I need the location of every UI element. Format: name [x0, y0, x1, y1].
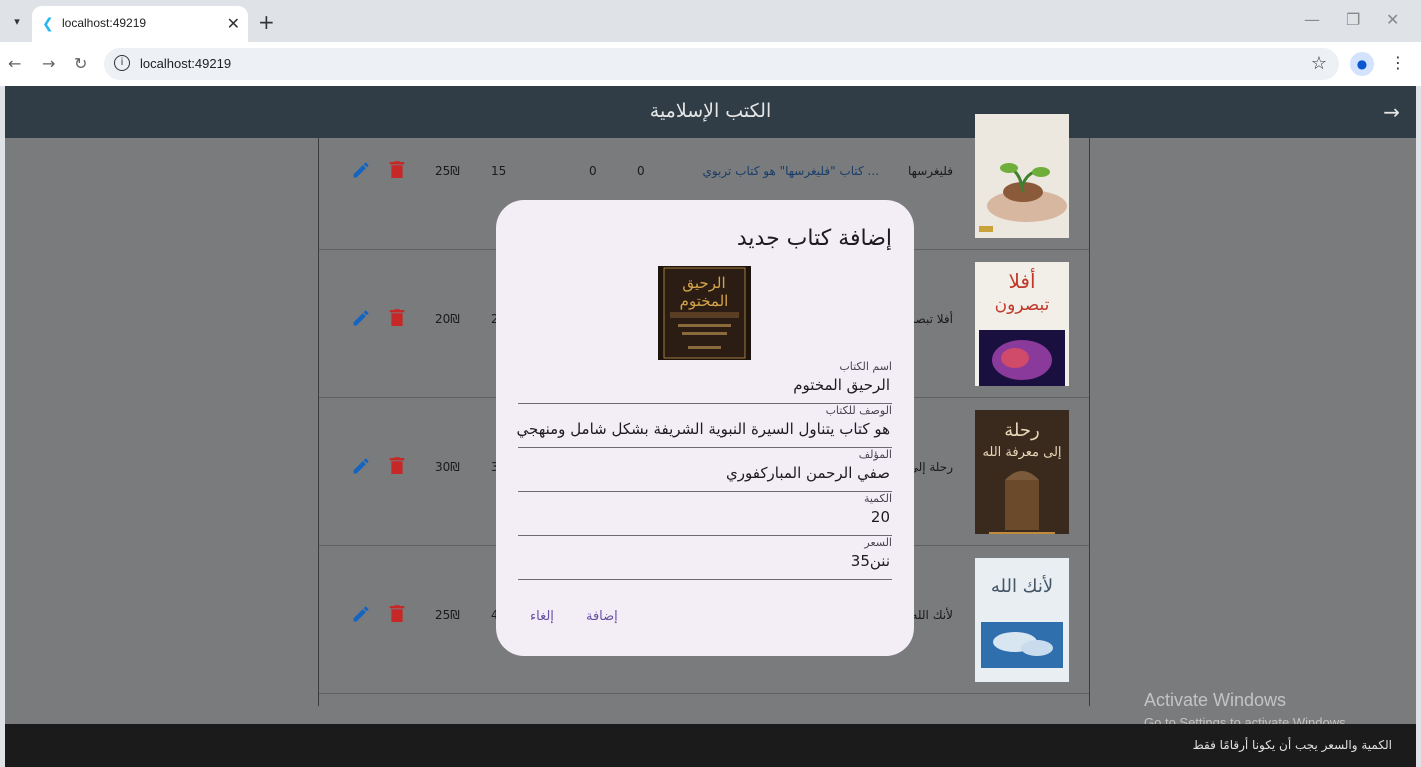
- forward-icon[interactable]: →: [42, 54, 55, 73]
- browser-tabbar: ▾ ❮ localhost:49219 ✕ + — ❐ ✕: [0, 0, 1421, 42]
- reload-icon[interactable]: ↻: [74, 54, 87, 73]
- book-price: 25₪: [435, 608, 460, 622]
- book-description[interactable]: كتاب "فليغرسها" هو كتاب تربوي ...: [702, 164, 879, 178]
- field-value[interactable]: صفي الرحمن المباركفوري: [726, 464, 890, 482]
- book-cover-preview[interactable]: الرحيق المختوم: [658, 266, 751, 360]
- edit-icon[interactable]: [351, 160, 371, 180]
- svg-text:إلى معرفة الله: إلى معرفة الله: [982, 445, 1061, 460]
- field-label: الوصف للكتاب: [825, 404, 892, 417]
- delete-icon[interactable]: [389, 604, 405, 624]
- svg-text:لأنك الله: لأنك الله: [991, 574, 1053, 597]
- svg-text:رحلة: رحلة: [1004, 420, 1039, 441]
- field-label: اسم الكتاب: [839, 360, 892, 373]
- arrow-forward-icon[interactable]: →: [1383, 100, 1400, 124]
- snackbar: الكمية والسعر يجب أن يكونا أرقامًا فقط: [5, 724, 1416, 767]
- svg-text:أفلا: أفلا: [1008, 268, 1035, 293]
- book-cell: 0: [589, 164, 597, 178]
- book-quantity: 15: [491, 164, 507, 178]
- author-field[interactable]: المؤلف صفي الرحمن المباركفوري: [518, 448, 892, 492]
- delete-icon[interactable]: [389, 456, 405, 476]
- watermark-line-1: Activate Windows: [1144, 690, 1287, 710]
- cancel-button[interactable]: إلغاء: [530, 609, 554, 624]
- book-cover-image: [975, 114, 1069, 238]
- address-bar[interactable]: i localhost:49219 ☆: [104, 48, 1339, 80]
- add-book-dialog: إضافة كتاب جديد الرحيق المختوم اسم الكتا…: [496, 200, 914, 656]
- minimize-icon[interactable]: —: [1304, 10, 1320, 29]
- window-close-icon[interactable]: ✕: [1386, 10, 1399, 29]
- edit-icon[interactable]: [351, 308, 371, 328]
- book-price: 20₪: [435, 312, 460, 326]
- book-name: رحلة إلى: [908, 460, 953, 474]
- close-tab-icon[interactable]: ✕: [227, 14, 240, 33]
- add-button[interactable]: إضافة: [586, 609, 618, 624]
- book-name: فليغرسها: [908, 164, 953, 178]
- svg-text:تبصرون: تبصرون: [995, 295, 1050, 315]
- delete-icon[interactable]: [389, 308, 405, 328]
- url-text[interactable]: localhost:49219: [140, 56, 231, 71]
- svg-text:المختوم: المختوم: [680, 292, 729, 310]
- edit-icon[interactable]: [351, 604, 371, 624]
- book-name: أفلا تبصر: [908, 312, 953, 326]
- delete-icon[interactable]: [389, 160, 405, 180]
- snackbar-message: الكمية والسعر يجب أن يكونا أرقامًا فقط: [1192, 738, 1392, 752]
- book-cover-image: لأنك الله: [975, 558, 1069, 682]
- profile-avatar-icon[interactable]: ●: [1350, 52, 1374, 76]
- field-value[interactable]: 20: [871, 508, 890, 526]
- book-name-field[interactable]: اسم الكتاب الرحيق المختوم: [518, 360, 892, 404]
- flutter-icon: ❮: [42, 16, 54, 32]
- field-value[interactable]: الرحيق المختوم: [793, 376, 890, 394]
- site-info-icon[interactable]: i: [114, 55, 130, 71]
- tab-search-icon[interactable]: ▾: [8, 12, 26, 30]
- tab-title: localhost:49219: [62, 16, 147, 30]
- back-icon[interactable]: ←: [8, 54, 21, 73]
- svg-text:الرحيق: الرحيق: [682, 274, 725, 292]
- bookmark-star-icon[interactable]: ☆: [1311, 53, 1327, 74]
- field-label: المؤلف: [858, 448, 892, 461]
- book-price: 25₪: [435, 164, 460, 178]
- book-cover-image: أفلا تبصرون: [975, 262, 1069, 386]
- browser-toolbar: ← → ↻ i localhost:49219 ☆ ● ⋮: [0, 42, 1421, 86]
- book-description-field[interactable]: الوصف للكتاب هو كتاب يتناول السيرة النبو…: [517, 404, 892, 448]
- field-value[interactable]: ننن35: [851, 552, 890, 570]
- book-price: 30₪: [435, 460, 460, 474]
- book-cell: 0: [637, 164, 645, 178]
- field-label: السعر: [864, 536, 892, 549]
- new-tab-icon[interactable]: +: [258, 10, 275, 34]
- restore-icon[interactable]: ❐: [1346, 10, 1360, 29]
- browser-tab[interactable]: ❮ localhost:49219 ✕: [32, 6, 248, 42]
- book-name: لأنك الله: [911, 608, 953, 622]
- price-field[interactable]: السعر ننن35: [518, 536, 892, 580]
- dialog-title: إضافة كتاب جديد: [736, 226, 892, 251]
- more-menu-icon[interactable]: ⋮: [1390, 53, 1406, 72]
- edit-icon[interactable]: [351, 456, 371, 476]
- book-cover-image: رحلة إلى معرفة الله: [975, 410, 1069, 534]
- field-label: الكمية: [863, 492, 892, 505]
- quantity-field[interactable]: الكمية 20: [518, 492, 892, 536]
- field-value[interactable]: هو كتاب يتناول السيرة النبوية الشريفة بش…: [517, 420, 890, 438]
